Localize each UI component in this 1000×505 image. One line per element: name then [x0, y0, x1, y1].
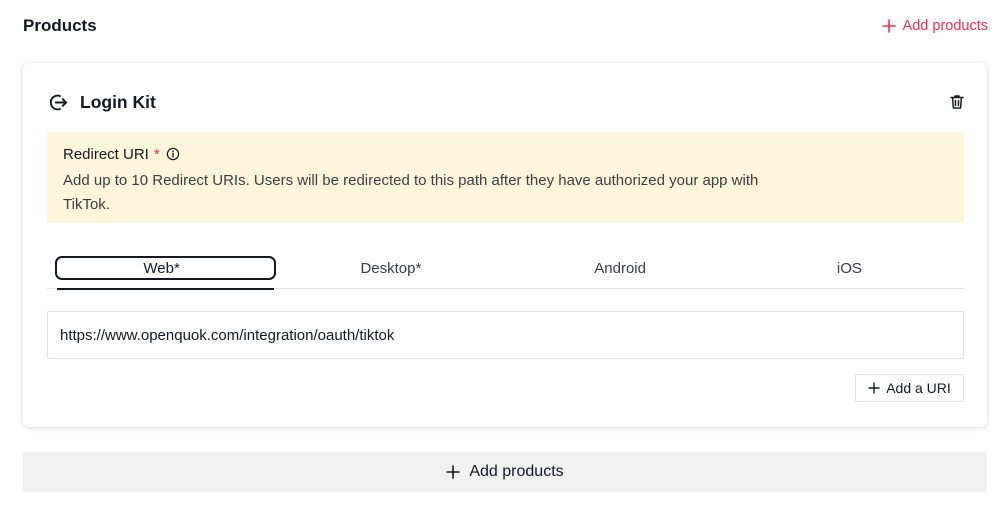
page: Products Add products Login Kit Redirect… [0, 0, 1000, 505]
notice-title-row: Redirect URI * [63, 145, 948, 163]
platform-tabs: Web* Desktop* Android iOS [47, 253, 964, 290]
notice-description: Add up to 10 Redirect URIs. Users will b… [63, 172, 759, 213]
header-add-products-label: Add products [902, 18, 988, 34]
plus-icon [868, 382, 880, 394]
notice-title: Redirect URI [63, 145, 149, 163]
add-uri-button[interactable]: Add a URI [855, 374, 964, 402]
tab-ios[interactable]: iOS [735, 253, 964, 289]
login-kit-card: Login Kit Redirect URI * Add up to 10 Re… [23, 63, 987, 427]
tab-web-label: Web* [143, 259, 180, 277]
add-uri-label: Add a URI [886, 380, 951, 396]
required-marker: * [153, 145, 160, 163]
tab-android[interactable]: Android [506, 253, 735, 289]
trash-icon [950, 95, 964, 109]
plus-icon [446, 465, 461, 479]
products-header: Products Add products [23, 12, 988, 40]
card-title-wrap: Login Kit [48, 92, 156, 113]
add-products-button[interactable]: Add products [23, 452, 987, 492]
info-icon[interactable] [166, 147, 180, 161]
card-title: Login Kit [80, 91, 156, 112]
tab-android-label: Android [594, 259, 646, 277]
card-header: Login Kit [48, 90, 966, 114]
tab-desktop[interactable]: Desktop* [276, 253, 505, 289]
login-arrow-icon [49, 94, 68, 110]
tab-web[interactable]: Web* [47, 253, 277, 290]
delete-product-button[interactable] [948, 93, 966, 111]
page-title: Products [23, 16, 97, 35]
tab-web-underline [57, 288, 275, 290]
add-products-label: Add products [469, 463, 564, 480]
redirect-uri-notice: Redirect URI * Add up to 10 Redirect URI… [47, 132, 964, 223]
tab-ios-label: iOS [836, 259, 862, 277]
header-add-products-button[interactable]: Add products [881, 18, 988, 34]
plus-icon [881, 19, 896, 33]
tab-desktop-label: Desktop* [360, 259, 422, 277]
redirect-uri-input[interactable] [47, 311, 964, 359]
